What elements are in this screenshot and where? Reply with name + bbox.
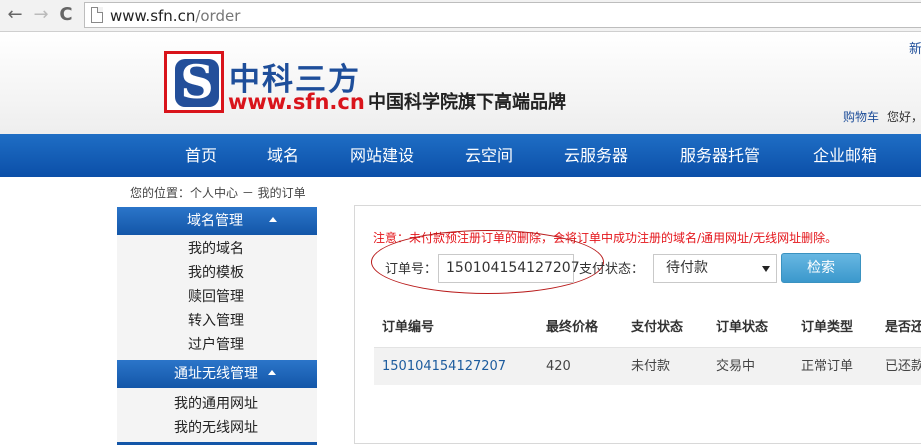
- table-row: 150104154127207 420 未付款 交易中 正常订单 已还款: [374, 347, 921, 385]
- order-id-link[interactable]: 150104154127207: [382, 348, 506, 386]
- sidebar-item-my-domains[interactable]: 我的域名: [117, 237, 317, 261]
- forward-arrow-icon[interactable]: →: [30, 4, 52, 26]
- reload-icon[interactable]: C: [55, 4, 77, 26]
- url-path: /order: [195, 7, 241, 25]
- greeting-text: 您好，: [887, 110, 921, 124]
- browser-toolbar: ← → C www.sfn.cn/order: [0, 0, 921, 32]
- column-header: 订单状态: [716, 320, 769, 335]
- sidebar-list-domain: 我的域名 我的模板 赎回管理 转入管理 过户管理: [117, 235, 317, 360]
- chevron-up-icon: [269, 217, 277, 222]
- main-nav: 首页 域名 网站建设 云空间 云服务器 服务器托管 企业邮箱: [0, 134, 921, 177]
- sidebar-item-wireless-url[interactable]: 我的无线网址: [117, 416, 317, 440]
- sidebar-item-ownership-change[interactable]: 过户管理: [117, 333, 317, 357]
- table-cell: 正常订单: [801, 359, 854, 374]
- site-header: [0, 32, 921, 134]
- sidebar-item-universal-url[interactable]: 我的通用网址: [117, 392, 317, 416]
- nav-email[interactable]: 企业邮箱: [813, 134, 877, 177]
- sidebar-item-redemption[interactable]: 赎回管理: [117, 285, 317, 309]
- chevron-up-icon: [268, 370, 276, 375]
- url-host: www.sfn.cn: [110, 7, 196, 25]
- sidebar-list-wireless: 我的通用网址 我的无线网址: [117, 388, 317, 442]
- sidebar-item-transfer-in[interactable]: 转入管理: [117, 309, 317, 333]
- nav-website-build[interactable]: 网站建设: [350, 134, 414, 177]
- order-number-label: 订单号：: [385, 262, 438, 277]
- chevron-down-icon: [762, 266, 770, 272]
- nav-hosting[interactable]: 服务器托管: [680, 134, 760, 177]
- search-button[interactable]: 检索: [781, 253, 861, 283]
- nav-domain[interactable]: 域名: [267, 134, 299, 177]
- sidebar-section-title: 通址无线管理: [174, 366, 258, 382]
- logo-s-mark: S: [175, 59, 219, 107]
- breadcrumb: 您的位置：个人中心 － 我的订单: [130, 186, 306, 200]
- cart-link[interactable]: 购物车: [843, 108, 879, 125]
- sidebar-item-my-templates[interactable]: 我的模板: [117, 261, 317, 285]
- column-header: 订单编号: [382, 320, 435, 335]
- brand-url: www.sfn.cn: [228, 90, 365, 114]
- brand-slogan: 中国科学院旗下高端品牌: [368, 92, 566, 113]
- site-logo[interactable]: S: [164, 51, 224, 113]
- back-arrow-icon[interactable]: ←: [4, 4, 26, 26]
- column-header: 订单类型: [801, 320, 854, 335]
- url-text[interactable]: www.sfn.cn/order: [110, 7, 240, 25]
- order-panel: 注意：未付款预注册订单的删除，会将订单中成功注册的域名/通用网址/无线网址删除。…: [354, 205, 921, 444]
- payment-status-select[interactable]: 待付款: [653, 254, 777, 283]
- orders-table: 订单编号 最终价格 支付状态 订单状态 订单类型 是否还 15010415412…: [374, 309, 921, 385]
- column-header: 最终价格: [546, 320, 599, 335]
- order-number-input[interactable]: 150104154127207: [438, 254, 580, 283]
- sidebar: 域名管理 我的域名 我的模板 赎回管理 转入管理 过户管理 通址无线管理 我的通…: [117, 207, 317, 445]
- sidebar-section-title: 域名管理: [187, 213, 243, 229]
- column-header: 支付状态: [631, 320, 684, 335]
- page-icon: [91, 7, 103, 23]
- table-cell: 交易中: [716, 359, 756, 374]
- header-top-link[interactable]: 新: [909, 38, 921, 57]
- sidebar-section-domain[interactable]: 域名管理: [117, 207, 317, 235]
- table-cell: 未付款: [631, 359, 671, 374]
- address-bar[interactable]: www.sfn.cn/order: [84, 2, 921, 28]
- column-header: 是否还: [885, 320, 921, 335]
- nav-cloud-server[interactable]: 云服务器: [564, 134, 628, 177]
- nav-home[interactable]: 首页: [185, 134, 217, 177]
- payment-status-value: 待付款: [666, 260, 708, 276]
- table-header-row: 订单编号 最终价格 支付状态 订单状态 订单类型 是否还: [374, 309, 921, 347]
- nav-cloud-space[interactable]: 云空间: [465, 134, 513, 177]
- sidebar-section-wireless[interactable]: 通址无线管理: [117, 360, 317, 388]
- table-cell: 已还款: [885, 359, 921, 374]
- table-cell: 420: [546, 359, 571, 374]
- payment-status-label: 支付状态：: [579, 262, 645, 277]
